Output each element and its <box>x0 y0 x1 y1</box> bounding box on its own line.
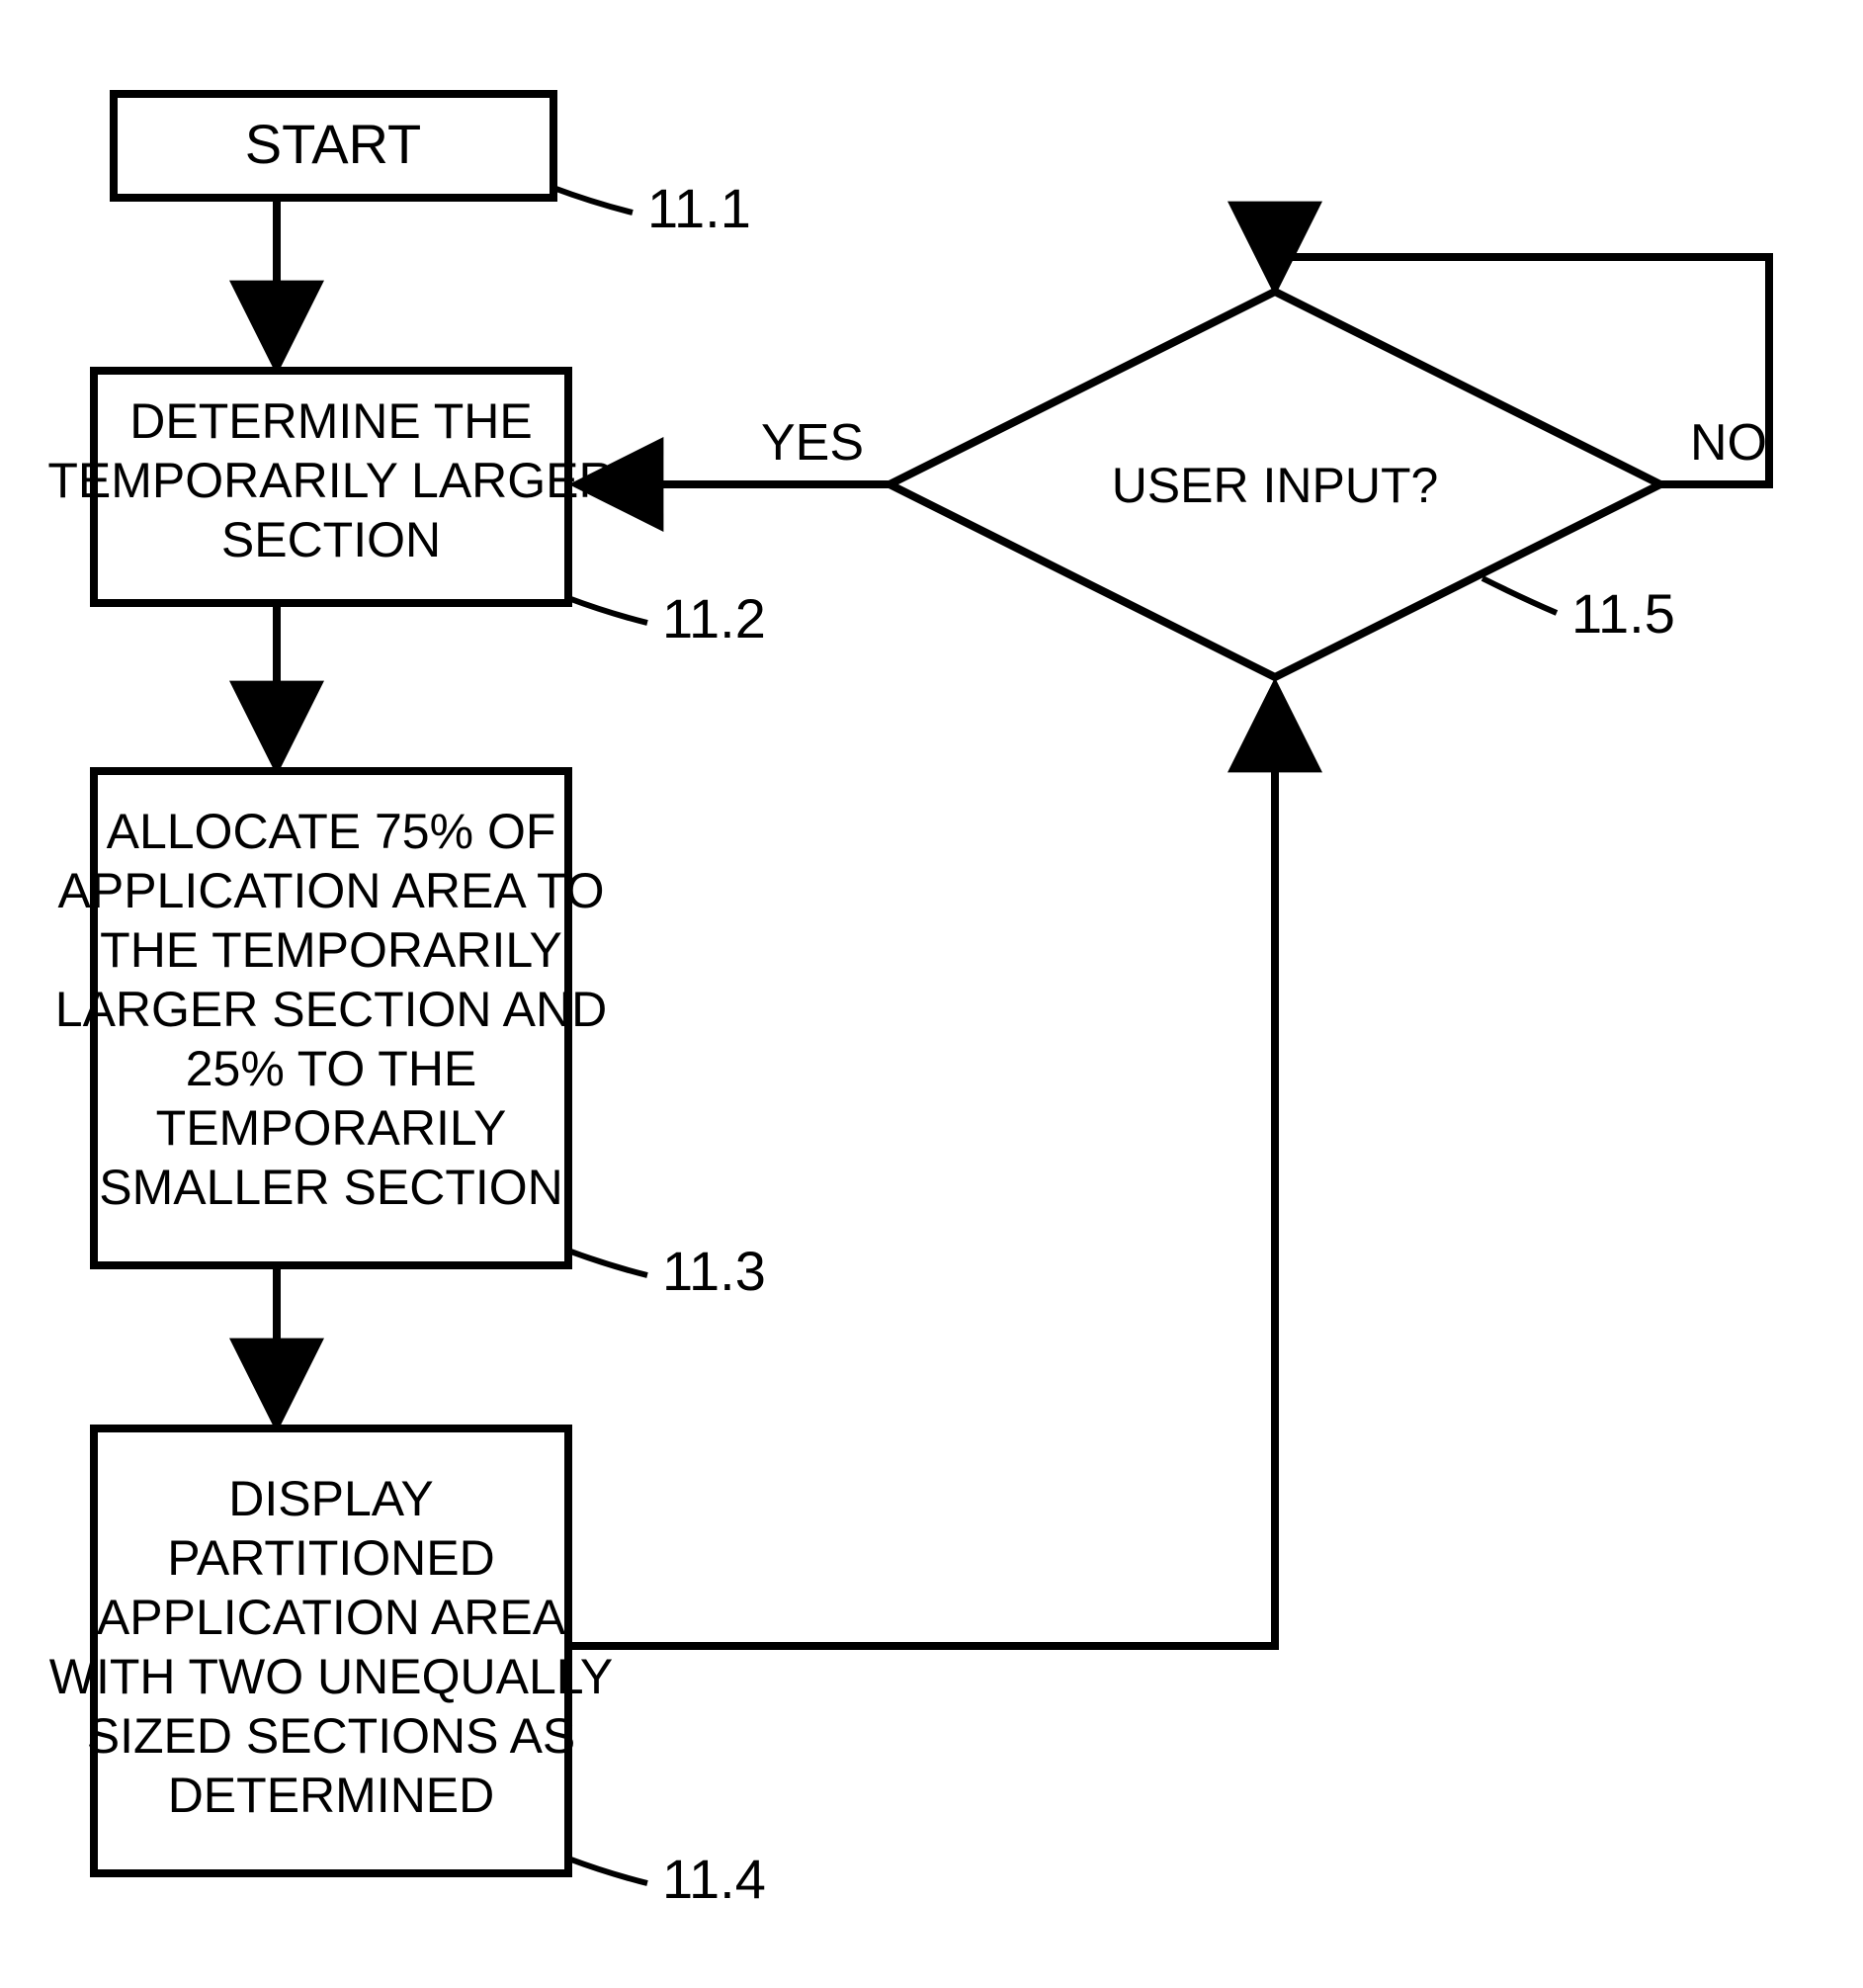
start-text: START <box>245 113 421 175</box>
leader-11-3 <box>568 1251 647 1275</box>
allocate-line5: 25% TO THE <box>186 1041 477 1096</box>
allocate-line6: TEMPORARILY <box>156 1100 507 1156</box>
ref-11-2: 11.2 <box>662 587 766 649</box>
ref-11-4: 11.4 <box>662 1848 766 1910</box>
leader-11-5 <box>1482 578 1557 613</box>
flowchart-canvas: START 11.1 DETERMINE THE TEMPORARILY LAR… <box>0 0 1863 1988</box>
no-label: NO <box>1690 414 1767 472</box>
display-line2: PARTITIONED <box>167 1530 495 1586</box>
ref-11-3: 11.3 <box>662 1240 766 1302</box>
determine-line2: TEMPORARILY LARGER <box>47 453 614 508</box>
edge-display-decision <box>568 687 1275 1646</box>
display-line4: WITH TWO UNEQUALLY <box>49 1649 613 1704</box>
allocate-line2: APPLICATION AREA TO <box>58 863 605 918</box>
display-line3: APPLICATION AREA <box>97 1590 566 1645</box>
allocate-line3: THE TEMPORARILY <box>100 922 562 978</box>
display-line5: SIZED SECTIONS AS <box>87 1708 576 1764</box>
leader-11-4 <box>568 1858 647 1883</box>
ref-11-1: 11.1 <box>647 177 751 239</box>
allocate-line4: LARGER SECTION AND <box>55 982 607 1037</box>
decision-text: USER INPUT? <box>1112 458 1439 513</box>
allocate-line7: SMALLER SECTION <box>99 1160 563 1215</box>
display-line1: DISPLAY <box>228 1471 434 1526</box>
determine-line3: SECTION <box>221 512 441 567</box>
leader-11-2 <box>568 598 647 623</box>
determine-line1: DETERMINE THE <box>129 393 532 449</box>
display-line6: DETERMINED <box>168 1768 495 1823</box>
ref-11-5: 11.5 <box>1571 582 1675 645</box>
yes-label: YES <box>761 414 864 472</box>
leader-11-1 <box>553 188 633 213</box>
allocate-line1: ALLOCATE 75% OF <box>107 804 556 859</box>
